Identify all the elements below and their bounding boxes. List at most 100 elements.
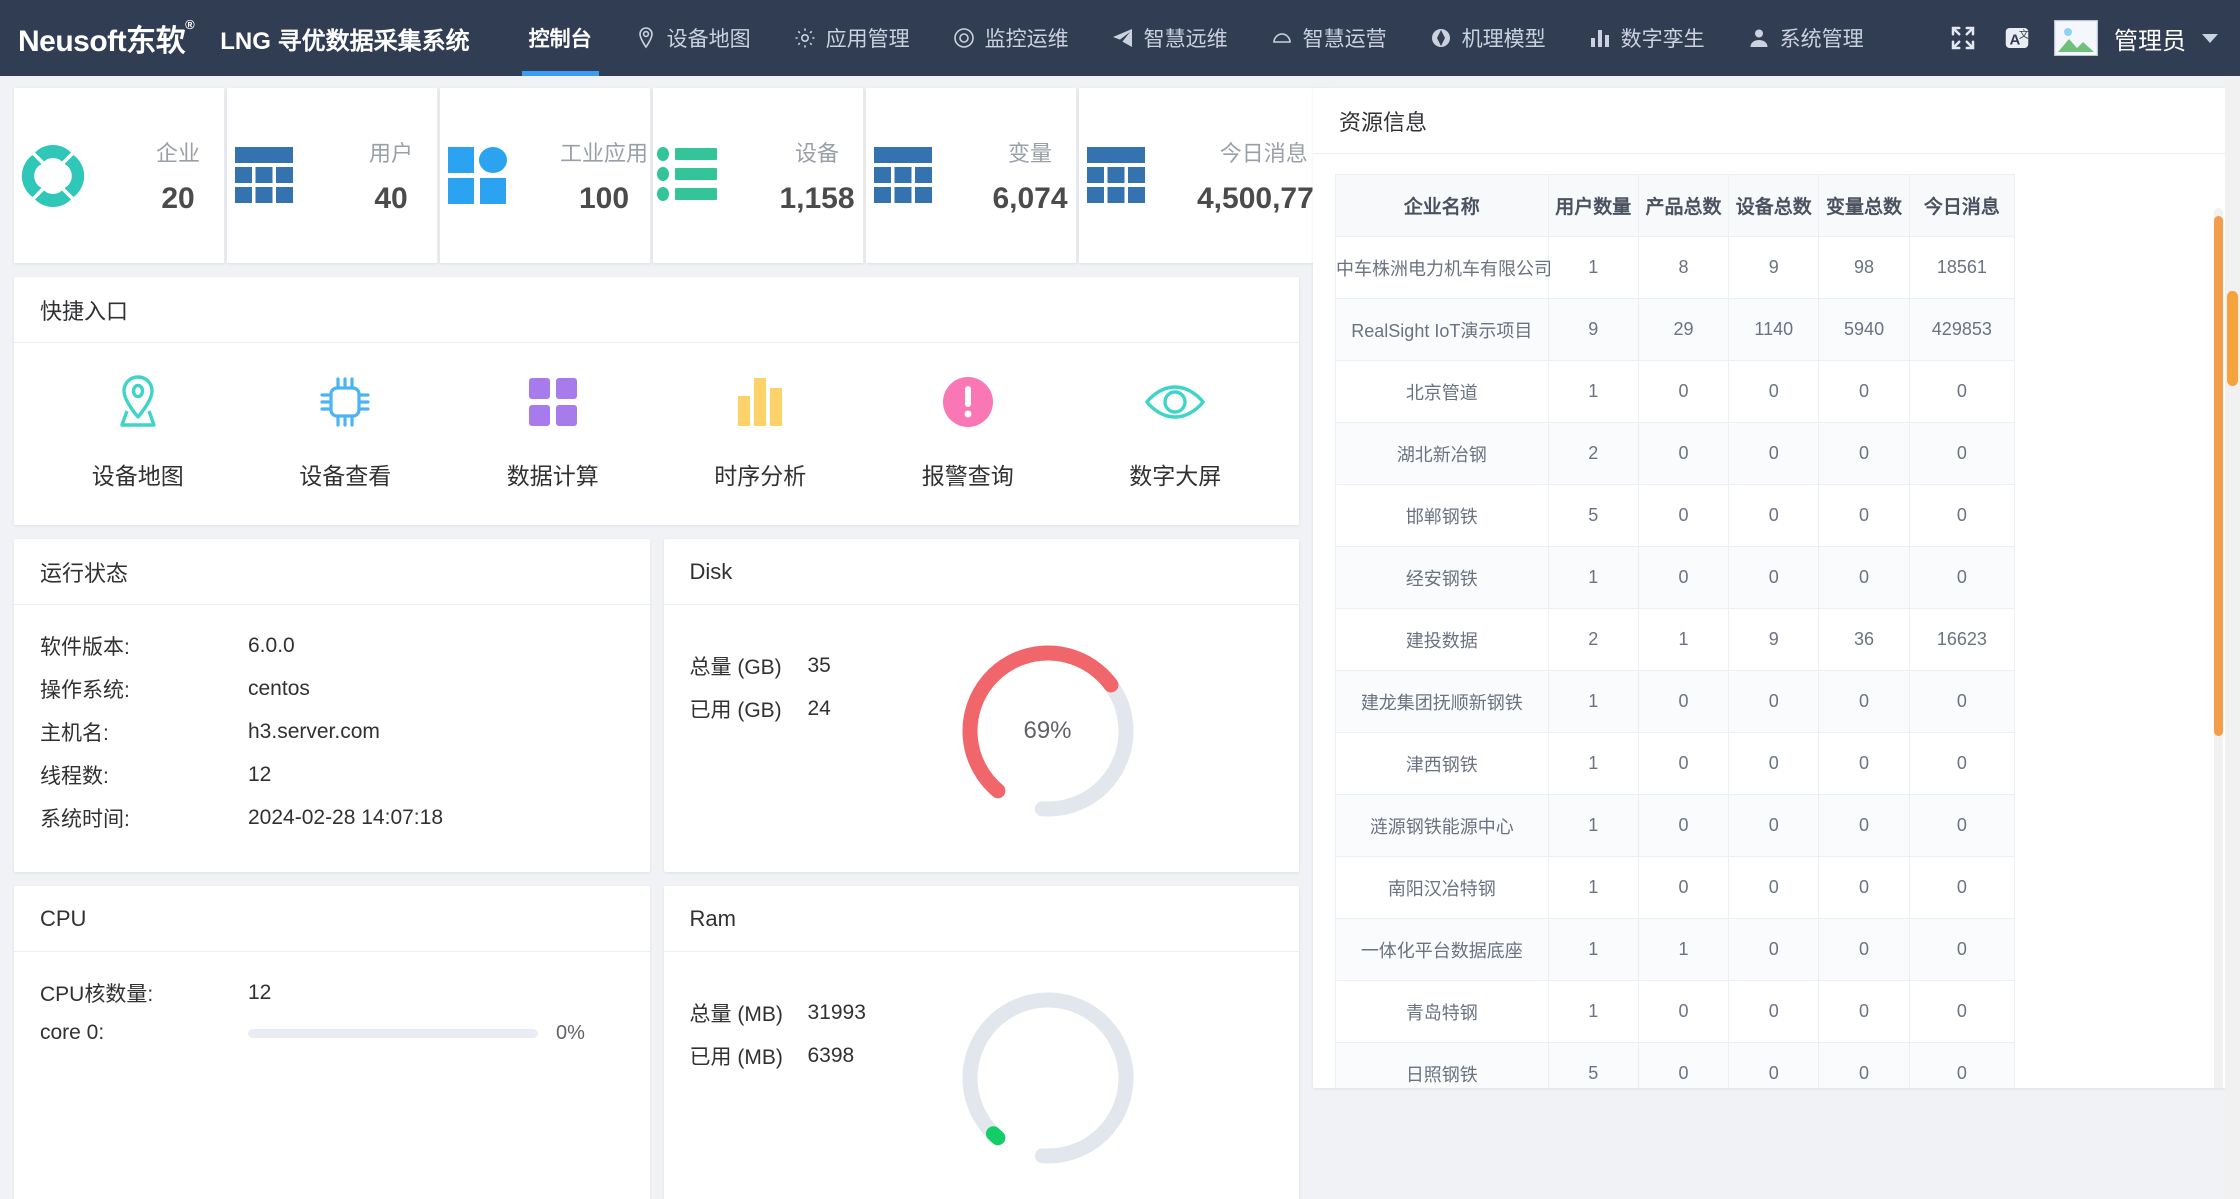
table-row[interactable]: 南阳汉冶特钢 1 0 0 0 0 bbox=[1335, 856, 2016, 919]
nav-item-monitoring[interactable]: 监控运维 bbox=[931, 0, 1090, 76]
table-scrollbar[interactable] bbox=[2214, 208, 2223, 1088]
page-scrollbar-thumb[interactable] bbox=[2227, 291, 2238, 386]
cell-value: 0 bbox=[1908, 422, 2016, 485]
avatar[interactable] bbox=[2054, 20, 2098, 56]
nav-item-label: 设备地图 bbox=[666, 28, 751, 51]
cell-value: 0 bbox=[1818, 670, 1910, 733]
bar-chart-icon bbox=[731, 369, 789, 435]
nav-item-digital-twin[interactable]: 数字孪生 bbox=[1567, 0, 1726, 76]
quick-item-label: 设备地图 bbox=[91, 463, 184, 489]
lifebuoy-icon bbox=[14, 137, 92, 215]
table-row[interactable]: 一体化平台数据底座 1 1 0 0 0 bbox=[1335, 918, 2016, 981]
cpu-cores-label: CPU核数量: bbox=[40, 983, 154, 1006]
table-row[interactable]: 湖北新冶钢 2 0 0 0 0 bbox=[1335, 422, 2016, 485]
runtime-row: 主机名: h3.server.com bbox=[40, 717, 624, 747]
cell-value: 0 bbox=[1818, 918, 1910, 981]
ram-total-value: 31993 bbox=[807, 1001, 866, 1024]
disk-total-row: 总量 (GB) 35 bbox=[690, 651, 920, 681]
nav-item-label: 系统管理 bbox=[1779, 28, 1864, 51]
cell-value: 1 bbox=[1547, 980, 1639, 1043]
table-row[interactable]: 津西钢铁 1 0 0 0 0 bbox=[1335, 732, 2016, 795]
cell-enterprise-name: 建投数据 bbox=[1335, 608, 1549, 671]
table-row[interactable]: 中车株洲电力机车有限公司 1 8 9 98 18561 bbox=[1335, 236, 2016, 299]
top-navigation-bar: Neusoft东软 ® LNG 寻优数据采集系统 控制台 设备地图 应用管理 监… bbox=[0, 0, 2240, 76]
disk-stats: 总量 (GB) 35 已用 (GB) 24 bbox=[690, 631, 920, 737]
table-row[interactable]: 日照钢铁 5 0 0 0 0 bbox=[1335, 1042, 2016, 1088]
runtime-value: 12 bbox=[248, 763, 272, 786]
stat-card-variable[interactable]: 变量 6,074 bbox=[866, 88, 1077, 263]
page-scrollbar[interactable] bbox=[2225, 76, 2240, 1199]
nav-item-device-map[interactable]: 设备地图 bbox=[613, 0, 772, 76]
cell-value: 0 bbox=[1908, 546, 2016, 609]
quick-item-device-view[interactable]: 设备查看 bbox=[242, 369, 450, 491]
brand-name: Neusoft东软 bbox=[18, 25, 186, 58]
column-header-products: 产品总数 bbox=[1637, 174, 1730, 237]
map-pin-icon bbox=[107, 369, 169, 435]
svg-text:文: 文 bbox=[2019, 28, 2029, 41]
cpu-title: CPU bbox=[14, 886, 650, 952]
column-header-variables: 变量总数 bbox=[1818, 174, 1910, 237]
stat-label: 变量 bbox=[1007, 140, 1052, 166]
stat-label: 设备 bbox=[794, 140, 839, 166]
cell-enterprise-name: 湖北新冶钢 bbox=[1335, 422, 1549, 485]
top-right-actions: A 文 管理员 bbox=[1936, 0, 2240, 76]
stat-value: 40 bbox=[374, 181, 408, 215]
cell-value: 29 bbox=[1637, 298, 1730, 361]
ram-usage-gauge bbox=[948, 978, 1148, 1178]
nav-item-system-management[interactable]: 系统管理 bbox=[1726, 0, 1885, 76]
cell-value: 0 bbox=[1728, 670, 1820, 733]
table-row[interactable]: 涟源钢铁能源中心 1 0 0 0 0 bbox=[1335, 794, 2016, 857]
runtime-value: h3.server.com bbox=[248, 720, 380, 743]
stat-card-industrial-app[interactable]: 工业应用 100 bbox=[440, 88, 651, 263]
quick-item-device-map[interactable]: 设备地图 bbox=[34, 369, 242, 491]
runtime-key: 软件版本: bbox=[40, 636, 130, 659]
disk-usage-gauge: 69% bbox=[948, 631, 1148, 831]
cell-enterprise-name: RealSight IoT演示项目 bbox=[1335, 298, 1549, 361]
cell-value: 0 bbox=[1908, 918, 2016, 981]
stat-card-today-message[interactable]: 今日消息 4,500,770 bbox=[1079, 88, 1331, 263]
cell-value: 0 bbox=[1818, 1042, 1910, 1088]
table-row[interactable]: 经安钢铁 1 0 0 0 0 bbox=[1335, 546, 2016, 609]
ram-total-row: 总量 (MB) 31993 bbox=[690, 998, 920, 1028]
nav-item-app-management[interactable]: 应用管理 bbox=[772, 0, 931, 76]
table-row[interactable]: 建投数据 2 1 9 36 16623 bbox=[1335, 608, 2016, 671]
nav-item-label: 智慧运营 bbox=[1302, 28, 1387, 51]
nav-item-mechanism-model[interactable]: 机理模型 bbox=[1408, 0, 1567, 76]
ram-title: Ram bbox=[663, 886, 1299, 952]
nav-item-smart-remote[interactable]: 智慧远维 bbox=[1090, 0, 1249, 76]
nav-item-console[interactable]: 控制台 bbox=[508, 0, 613, 76]
cell-value: 0 bbox=[1637, 980, 1730, 1043]
table-row[interactable]: 邯郸钢铁 5 0 0 0 0 bbox=[1335, 484, 2016, 547]
disk-panel: Disk 总量 (GB) 35 已用 (GB) 24 69% bbox=[663, 539, 1299, 872]
quick-item-data-compute[interactable]: 数据计算 bbox=[449, 369, 657, 491]
stat-card-enterprise[interactable]: 企业 20 bbox=[14, 88, 225, 263]
quick-item-alarm-query[interactable]: 报警查询 bbox=[864, 369, 1072, 491]
table-row[interactable]: 建龙集团抚顺新钢铁 1 0 0 0 0 bbox=[1335, 670, 2016, 733]
stat-card-user[interactable]: 用户 40 bbox=[227, 88, 438, 263]
fullscreen-icon[interactable] bbox=[1936, 0, 1990, 76]
table-row[interactable]: 北京管道 1 0 0 0 0 bbox=[1335, 360, 2016, 423]
column-header-enterprise: 企业名称 bbox=[1335, 174, 1549, 237]
stat-value: 1,158 bbox=[779, 181, 855, 215]
quick-item-time-series-analysis[interactable]: 时序分析 bbox=[657, 369, 865, 491]
stat-cards: 企业 20 用户 40 工业应用 100 设备 1,158 变量 6,074 今… bbox=[14, 88, 1331, 263]
alert-circle-icon bbox=[939, 369, 997, 435]
runtime-key: 操作系统: bbox=[40, 679, 130, 702]
table-row[interactable]: RealSight IoT演示项目 9 29 1140 5940 429853 bbox=[1335, 298, 2016, 361]
table-scrollbar-thumb[interactable] bbox=[2214, 216, 2223, 736]
disk-used-value: 24 bbox=[807, 697, 831, 720]
resource-info-panel: 资源信息 企业名称 用户数量 产品总数 设备总数 变量总数 今日消息 中车株洲电… bbox=[1313, 88, 2226, 1088]
ram-total-label: 总量 (MB) bbox=[689, 1003, 783, 1026]
cell-value: 0 bbox=[1818, 732, 1910, 795]
resource-table-wrapper: 企业名称 用户数量 产品总数 设备总数 变量总数 今日消息 中车株洲电力机车有限… bbox=[1313, 154, 2226, 1088]
translate-icon[interactable]: A 文 bbox=[1990, 0, 2044, 76]
chevron-down-icon[interactable] bbox=[2202, 33, 2218, 43]
nav-item-smart-operation[interactable]: 智慧运营 bbox=[1249, 0, 1408, 76]
stat-card-device[interactable]: 设备 1,158 bbox=[653, 88, 864, 263]
table-row[interactable]: 青岛特钢 1 0 0 0 0 bbox=[1335, 980, 2016, 1043]
column-header-today-messages: 今日消息 bbox=[1908, 174, 2016, 237]
cell-enterprise-name: 北京管道 bbox=[1335, 360, 1549, 423]
runtime-value: 2024-02-28 14:07:18 bbox=[248, 806, 443, 829]
quick-item-digital-screen[interactable]: 数字大屏 bbox=[1072, 369, 1280, 491]
stat-value: 4,500,770 bbox=[1197, 181, 1331, 215]
